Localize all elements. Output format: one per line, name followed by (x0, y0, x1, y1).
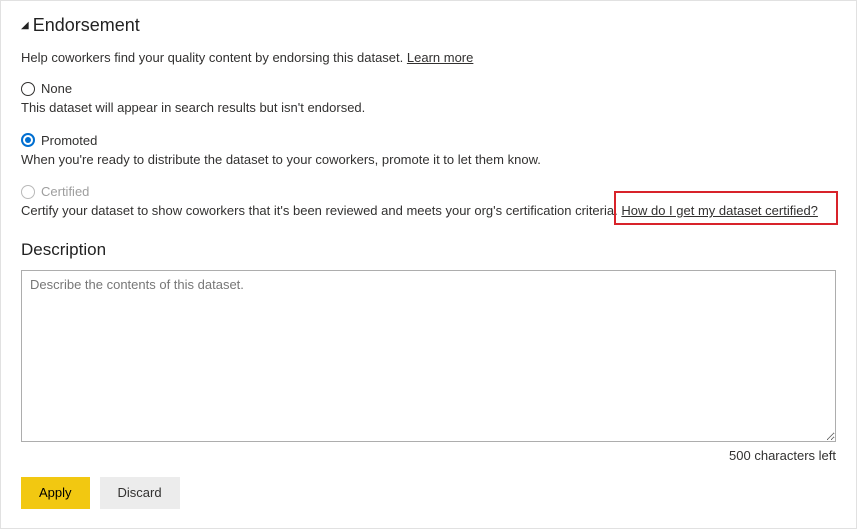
desc-promoted: When you're ready to distribute the data… (21, 151, 836, 169)
apply-button[interactable]: Apply (21, 477, 90, 509)
description-heading: Description (21, 240, 836, 260)
radio-promoted[interactable] (21, 133, 35, 147)
label-certified: Certified (41, 184, 89, 199)
radio-none[interactable] (21, 82, 35, 96)
help-text: Help coworkers find your quality content… (21, 50, 836, 65)
button-row: Apply Discard (21, 477, 836, 509)
help-text-content: Help coworkers find your quality content… (21, 50, 403, 65)
section-title: Endorsement (33, 15, 140, 36)
endorsement-panel: ◢ Endorsement Help coworkers find your q… (0, 0, 857, 529)
description-textarea[interactable] (21, 270, 836, 442)
certified-help-link[interactable]: How do I get my dataset certified? (621, 203, 818, 218)
option-none: None This dataset will appear in search … (21, 81, 836, 117)
discard-button[interactable]: Discard (100, 477, 180, 509)
desc-none: This dataset will appear in search resul… (21, 99, 836, 117)
label-none: None (41, 81, 72, 96)
radio-certified (21, 185, 35, 199)
label-promoted: Promoted (41, 133, 97, 148)
desc-certified: Certify your dataset to show coworkers t… (21, 202, 836, 220)
section-header[interactable]: ◢ Endorsement (21, 15, 836, 36)
learn-more-link[interactable]: Learn more (407, 50, 473, 65)
option-certified: Certified Certify your dataset to show c… (21, 184, 836, 220)
desc-certified-text: Certify your dataset to show coworkers t… (21, 203, 618, 218)
collapse-triangle-icon: ◢ (21, 20, 29, 31)
option-promoted: Promoted When you're ready to distribute… (21, 133, 836, 169)
characters-left: 500 characters left (21, 448, 836, 463)
